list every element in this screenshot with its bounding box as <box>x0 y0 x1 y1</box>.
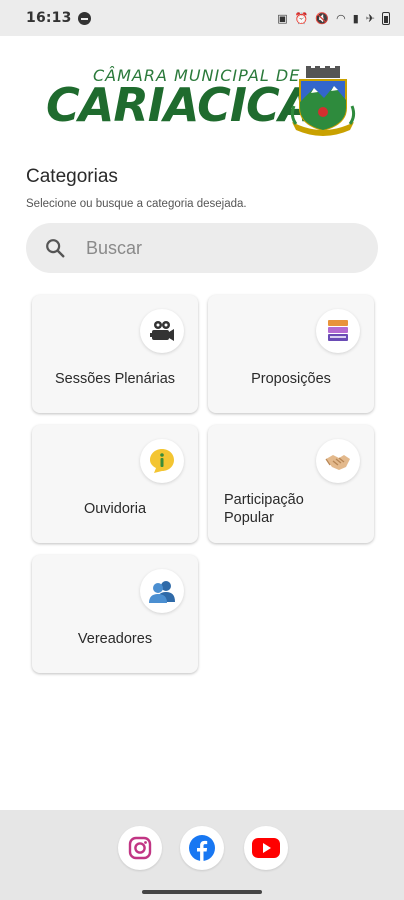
category-label: Sessões Plenárias <box>54 371 176 387</box>
youtube-icon <box>252 838 280 858</box>
clipboard-icon: ▣ <box>277 11 288 25</box>
status-icons: ▣ ⏰ 🔇 ◠ ▮ ✈ <box>277 11 390 25</box>
do-not-disturb-icon <box>77 11 91 25</box>
alarm-icon: ⏰ <box>294 11 309 25</box>
category-card-ouvidoria[interactable]: Ouvidoria <box>32 425 198 543</box>
status-time: 16:13 <box>26 10 72 26</box>
signal-icon: ▮ <box>352 11 359 25</box>
category-label: Participação Popular <box>224 492 304 526</box>
airplane-icon: ✈ <box>365 11 375 25</box>
battery-icon <box>382 11 390 25</box>
search-icon <box>46 239 65 258</box>
page-subtitle: Selecione ou busque a categoria desejada… <box>26 198 247 210</box>
handshake-icon <box>316 439 360 483</box>
info-speech-icon <box>140 439 184 483</box>
instagram-icon <box>128 836 152 860</box>
coat-of-arms-icon <box>290 66 356 136</box>
youtube-button[interactable] <box>244 826 288 870</box>
category-card-sessoes-plenarias[interactable]: Sessões Plenárias <box>32 295 198 413</box>
books-icon <box>316 309 360 353</box>
category-card-vereadores[interactable]: Vereadores <box>32 555 198 673</box>
page-title: Categorias <box>26 166 118 187</box>
category-card-participacao-popular[interactable]: Participação Popular <box>208 425 374 543</box>
people-icon <box>140 569 184 613</box>
wifi-icon: ◠ <box>336 11 346 25</box>
mute-icon: 🔇 <box>315 11 330 25</box>
category-label: Ouvidoria <box>83 501 147 517</box>
status-bar: 16:13 ▣ ⏰ 🔇 ◠ ▮ ✈ <box>0 0 404 36</box>
category-label: Proposições <box>251 371 331 387</box>
instagram-button[interactable] <box>118 826 162 870</box>
facebook-icon <box>189 835 215 861</box>
search-input[interactable] <box>86 237 346 259</box>
bottom-social-bar <box>0 810 404 900</box>
search-bar[interactable] <box>26 223 378 273</box>
category-label: Vereadores <box>77 631 153 647</box>
video-camera-icon <box>140 309 184 353</box>
header-logo: CÂMARA MUNICIPAL DE CARIACICA <box>0 62 404 142</box>
category-card-proposicoes[interactable]: Proposições <box>208 295 374 413</box>
facebook-button[interactable] <box>180 826 224 870</box>
home-indicator[interactable] <box>142 890 262 894</box>
logo-title: CARIACICA <box>46 78 314 132</box>
